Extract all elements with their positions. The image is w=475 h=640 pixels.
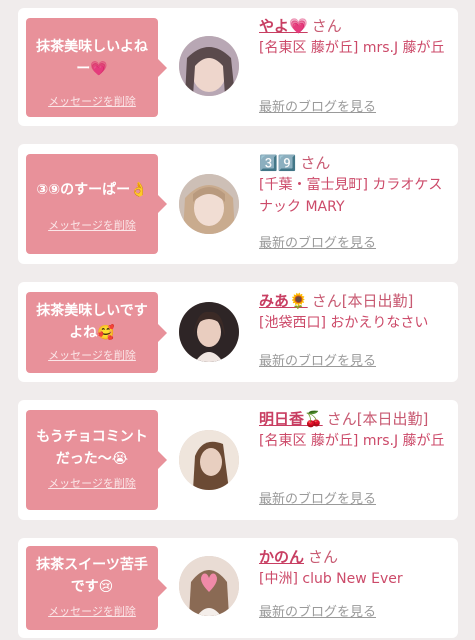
latest-blog-link[interactable]: 最新のブログを見る (259, 604, 376, 622)
sender-info: やよ💗 さん [名東区 藤が丘] mrs.J 藤が丘 (259, 15, 455, 59)
latest-blog-link[interactable]: 最新のブログを見る (259, 99, 376, 117)
sender-name-link[interactable]: 3️⃣9️⃣ (259, 154, 296, 172)
delete-message-button[interactable]: メッセージを削除 (48, 476, 136, 492)
shop-label: [名東区 藤が丘] mrs.J 藤が丘 (259, 40, 445, 56)
delete-message-button[interactable]: メッセージを削除 (48, 348, 136, 364)
delete-message-button[interactable]: メッセージを削除 (48, 604, 136, 620)
message-card: ③⑨のすーぱー👌 メッセージを削除 3️⃣9️⃣ さん [千葉・富士見町] カラオ… (18, 144, 458, 264)
message-text: 抹茶美味しいよねー💗 (36, 39, 148, 77)
avatar[interactable] (179, 302, 239, 362)
sender-info: みあ🌻 さん[本日出勤] [池袋西口] おかえりなさい (259, 290, 455, 334)
sender-name-link[interactable]: 明日香🍒 (259, 410, 323, 428)
honorific: さん[本日出勤] (311, 292, 414, 310)
message-text: ③⑨のすーぱー👌 (36, 182, 148, 198)
sender-info: 明日香🍒 さん[本日出勤] [名東区 藤が丘] mrs.J 藤が丘 (259, 408, 455, 452)
avatar-photo (179, 556, 239, 616)
message-card: 抹茶美味しいよねー💗 メッセージを削除 やよ💗 さん [名東区 藤が丘] mrs.… (18, 8, 458, 126)
avatar[interactable] (179, 174, 239, 234)
delete-message-button[interactable]: メッセージを削除 (48, 218, 136, 234)
sender-name-link[interactable]: みあ🌻 (259, 292, 308, 310)
shop-label: [中洲] club New Ever (259, 571, 403, 587)
avatar-photo (179, 174, 239, 234)
avatar[interactable] (179, 36, 239, 96)
sender-name-link[interactable]: かのん (259, 548, 304, 566)
honorific: さん (311, 17, 342, 35)
shop-label: [池袋西口] おかえりなさい (259, 315, 429, 331)
message-card: 抹茶美味しいですよね🥰 メッセージを削除 みあ🌻 さん[本日出勤] [池袋西口] … (18, 282, 458, 382)
message-bubble: 抹茶美味しいですよね🥰 メッセージを削除 (26, 292, 167, 373)
message-bubble: 抹茶スイーツ苦手です😢 メッセージを削除 (26, 546, 167, 630)
message-card: もうチョコミントだった〜😭 メッセージを削除 明日香🍒 さん[本日出勤] [名東区… (18, 400, 458, 520)
message-bubble: ③⑨のすーぱー👌 メッセージを削除 (26, 154, 167, 254)
honorific: さん (300, 154, 331, 172)
avatar-photo (179, 430, 239, 490)
message-list: 抹茶美味しいよねー💗 メッセージを削除 やよ💗 さん [名東区 藤が丘] mrs.… (0, 0, 475, 640)
avatar-photo (179, 36, 239, 96)
avatar-photo (179, 302, 239, 362)
sender-info: かのん さん [中洲] club New Ever (259, 546, 455, 590)
shop-label: [千葉・富士見町] カラオケスナック MARY (259, 177, 443, 215)
message-text: 抹茶美味しいですよね🥰 (36, 303, 148, 341)
avatar[interactable] (179, 430, 239, 490)
latest-blog-link[interactable]: 最新のブログを見る (259, 491, 376, 509)
shop-label: [名東区 藤が丘] mrs.J 藤が丘 (259, 433, 445, 449)
message-text: もうチョコミントだった〜😭 (36, 429, 148, 467)
latest-blog-link[interactable]: 最新のブログを見る (259, 353, 376, 371)
honorific: さん[本日出勤] (326, 410, 429, 428)
delete-message-button[interactable]: メッセージを削除 (48, 94, 136, 110)
message-bubble: もうチョコミントだった〜😭 メッセージを削除 (26, 410, 167, 510)
sender-info: 3️⃣9️⃣ さん [千葉・富士見町] カラオケスナック MARY (259, 152, 455, 218)
message-text: 抹茶スイーツ苦手です😢 (36, 557, 148, 595)
avatar[interactable] (179, 556, 239, 616)
honorific: さん (308, 548, 339, 566)
message-bubble: 抹茶美味しいよねー💗 メッセージを削除 (26, 18, 167, 117)
message-card: 抹茶スイーツ苦手です😢 メッセージを削除 かのん さん [中洲] club New… (18, 538, 458, 638)
sender-name-link[interactable]: やよ💗 (259, 17, 308, 35)
latest-blog-link[interactable]: 最新のブログを見る (259, 235, 376, 253)
